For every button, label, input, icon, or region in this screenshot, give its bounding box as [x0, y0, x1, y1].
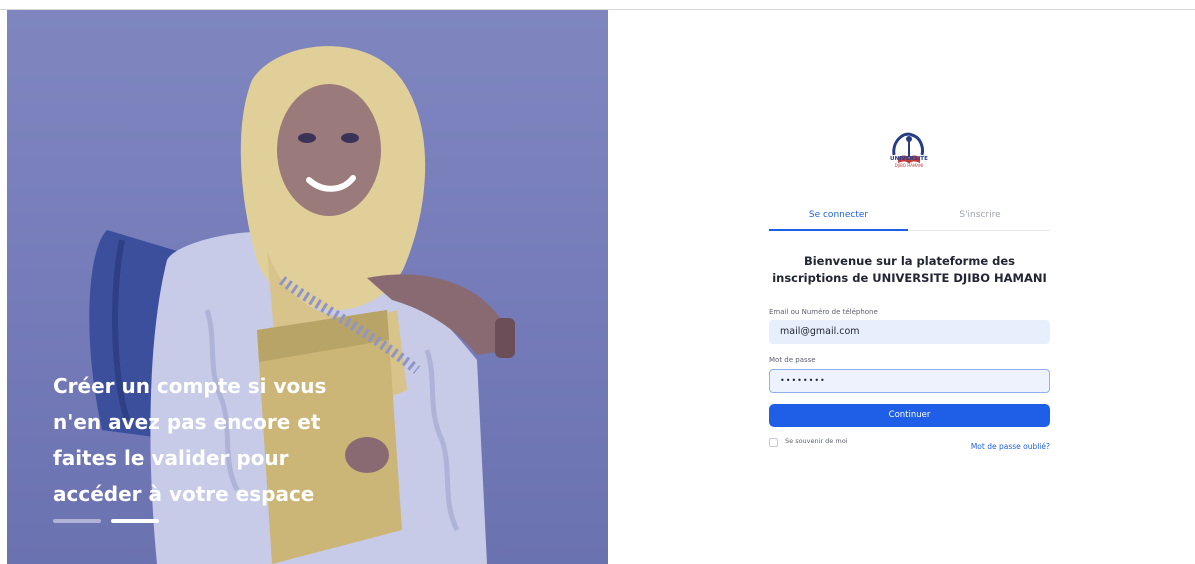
tab-register[interactable]: S'inscrire — [910, 206, 1050, 231]
welcome-line-2: inscriptions de UNIVERSITE DJIBO HAMANI — [772, 271, 1047, 285]
password-label: Mot de passe — [769, 356, 816, 364]
email-label: Email ou Numéro de téléphone — [769, 308, 878, 316]
hero-caption: Créer un compte si vous n'en avez pas en… — [53, 368, 383, 512]
email-field[interactable]: mail@gmail.com — [769, 320, 1050, 344]
hero-caption-line: n'en avez pas encore et — [53, 410, 321, 434]
carousel-dot-1[interactable] — [53, 519, 101, 523]
tab-login[interactable]: Se connecter — [769, 206, 908, 231]
remember-me-checkbox[interactable] — [769, 438, 778, 447]
face-shape — [277, 84, 381, 216]
hero-caption-line: accéder à votre espace — [53, 482, 315, 506]
welcome-heading: Bienvenue sur la plateforme des inscript… — [769, 253, 1050, 287]
hero-panel: Créer un compte si vous n'en avez pas en… — [7, 10, 608, 564]
welcome-line-1: Bienvenue sur la plateforme des — [803, 254, 1016, 268]
carousel-dot-2-active[interactable] — [111, 519, 159, 523]
logo-subtext: DJIBO HAMANI — [894, 163, 924, 168]
continue-button[interactable]: Continuer — [769, 404, 1050, 427]
logo-text: UNIVERSITE — [890, 156, 928, 162]
hero-caption-line: faites le valider pour — [53, 446, 289, 470]
auth-tabs: Se connecter S'inscrire — [769, 206, 1050, 231]
remember-me-label: Se souvenir de moi — [785, 437, 848, 445]
password-field[interactable]: •••••••• — [769, 369, 1050, 393]
hero-caption-line: Créer un compte si vous — [53, 374, 327, 398]
forgot-password-link[interactable]: Mot de passe oublié? — [971, 442, 1050, 451]
